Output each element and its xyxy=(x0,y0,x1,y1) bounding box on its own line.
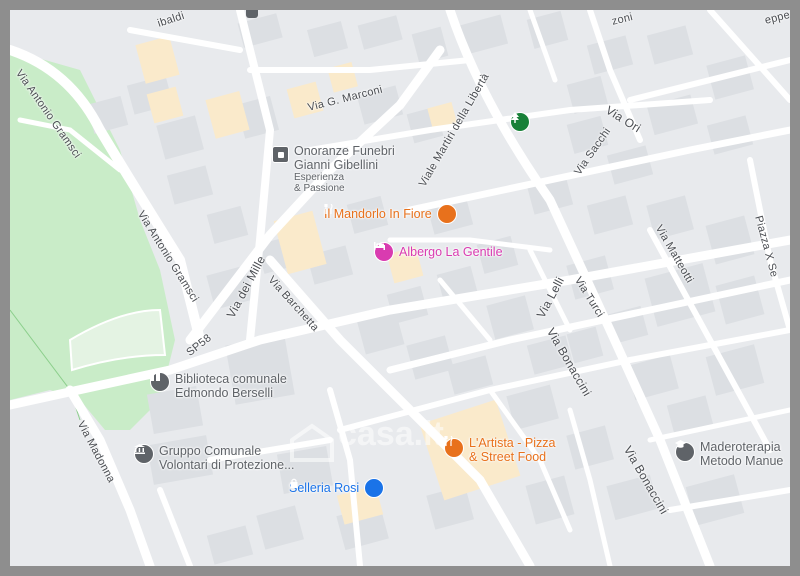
map-canvas xyxy=(10,10,790,566)
poi-biblioteca[interactable]: Biblioteca comunale Edmondo Berselli xyxy=(150,372,287,400)
poi-mandorlo[interactable]: Il Mandorlo In Fiore xyxy=(324,204,457,224)
poi-park[interactable] xyxy=(510,112,530,132)
poi-onoranze-funebri[interactable]: Onoranze Funebri Gianni Gibellini Esperi… xyxy=(272,144,395,194)
tree-icon xyxy=(510,112,530,132)
watermark: casa.it xyxy=(338,415,444,453)
poi-selleria-label: Selleria Rosi xyxy=(289,481,360,495)
poi-biblioteca-line2: Edmondo Berselli xyxy=(175,386,273,400)
restaurant-icon xyxy=(444,436,464,458)
poi-albergo[interactable]: Albergo La Gentile xyxy=(374,242,503,262)
poi-madero-line2: Metodo Manue xyxy=(700,454,784,468)
poi-onoranze-line1: Onoranze Funebri xyxy=(294,144,395,158)
hotel-icon xyxy=(374,242,394,262)
poi-biblioteca-line1: Biblioteca comunale xyxy=(175,372,287,386)
poi-mandorlo-label: Il Mandorlo In Fiore xyxy=(324,207,432,221)
poi-albergo-label: Albergo La Gentile xyxy=(399,245,503,259)
education-icon xyxy=(675,440,695,462)
map-marker-icon[interactable] xyxy=(246,10,258,18)
poi-selleria[interactable]: Selleria Rosi xyxy=(289,478,385,498)
restaurant-icon xyxy=(324,204,457,224)
poi-madero-line1: Maderoterapia xyxy=(700,440,781,454)
poi-gruppo-line2: Volontari di Protezione... xyxy=(159,458,295,472)
library-icon xyxy=(150,372,170,392)
poi-onoranze-sub1: Esperienza xyxy=(294,172,345,183)
government-icon xyxy=(134,444,154,464)
poi-onoranze-sub2: & Passione xyxy=(294,183,345,194)
poi-gruppo-line1: Gruppo Comunale xyxy=(159,444,262,458)
map-view[interactable]: casa.it ibaldi Via G. Marconi Viale Mart… xyxy=(10,10,790,566)
poi-artista-line2: & Street Food xyxy=(469,450,547,464)
poi-artista[interactable]: L'Artista - Pizza & Street Food xyxy=(444,436,555,464)
poi-maderoterapia[interactable]: Maderoterapia Metodo Manue xyxy=(675,440,783,468)
poi-artista-line1: L'Artista - Pizza xyxy=(469,436,556,450)
shopping-bag-icon xyxy=(290,478,385,498)
poi-gruppo-comunale[interactable]: Gruppo Comunale Volontari di Protezione.… xyxy=(134,444,295,472)
square-marker-icon xyxy=(272,146,289,163)
poi-onoranze-line2: Gianni Gibellini xyxy=(294,158,379,172)
